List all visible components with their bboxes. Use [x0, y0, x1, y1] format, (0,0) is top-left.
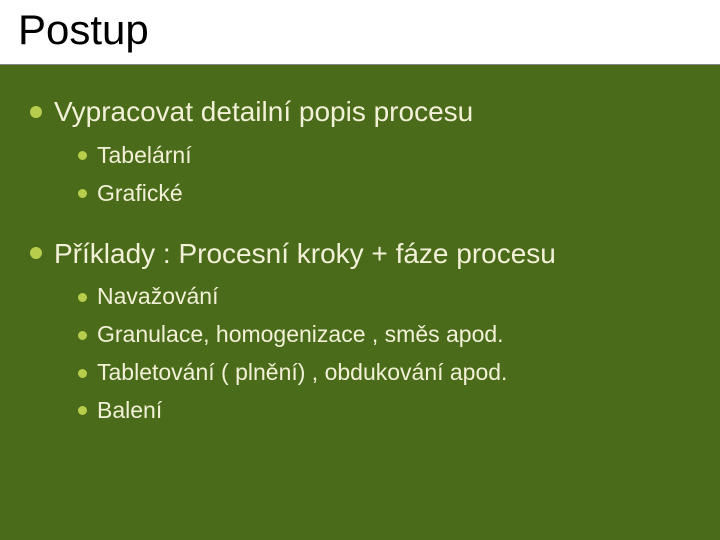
title-bar: Postup [0, 0, 720, 65]
list-item: Tabelární [78, 141, 700, 171]
list-item: Balení [78, 396, 700, 426]
list-item-label: Balení [97, 397, 162, 423]
list-item-label: Tabelární [97, 142, 192, 168]
list-item: Navažování [78, 282, 700, 312]
list-item: Příklady : Procesní kroky + fáze procesu [30, 235, 700, 273]
bullet-icon [78, 331, 87, 340]
bullet-icon [78, 189, 87, 198]
list-item: Grafické [78, 179, 700, 209]
list-item-label: Navažování [97, 283, 218, 309]
list-item-label: Granulace, homogenizace , směs apod. [97, 321, 504, 347]
list-item: Tabletování ( plnění) , obdukování apod. [78, 358, 700, 388]
bullet-icon [78, 151, 87, 160]
bullet-icon [30, 247, 42, 259]
list-item: Vypracovat detailní popis procesu [30, 93, 700, 131]
bullet-icon [30, 106, 42, 118]
bullet-icon [78, 369, 87, 378]
bullet-icon [78, 293, 87, 302]
slide: Postup Vypracovat detailní popis procesu… [0, 0, 720, 540]
list-item-label: Příklady : Procesní kroky + fáze procesu [54, 238, 556, 269]
list-item-label: Grafické [97, 180, 183, 206]
slide-title: Postup [18, 6, 702, 54]
bullet-icon [78, 406, 87, 415]
list-item-label: Vypracovat detailní popis procesu [54, 96, 473, 127]
list-item: Granulace, homogenizace , směs apod. [78, 320, 700, 350]
spacer [20, 217, 700, 235]
slide-content: Vypracovat detailní popis procesu Tabelá… [0, 65, 720, 426]
list-item-label: Tabletování ( plnění) , obdukování apod. [97, 359, 507, 385]
